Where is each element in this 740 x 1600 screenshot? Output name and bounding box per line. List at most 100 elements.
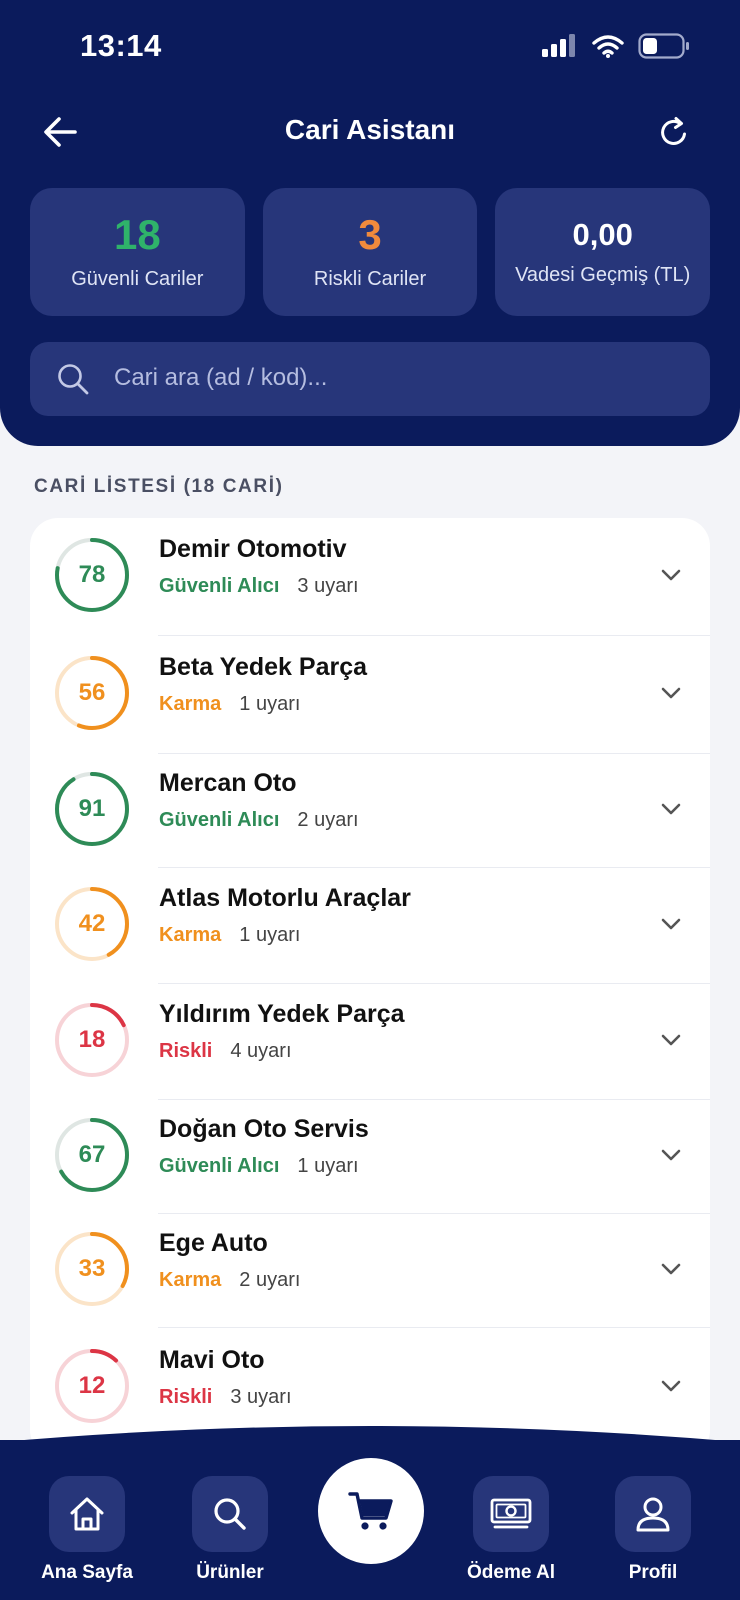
status-tag: Güvenli Alıcı [159, 809, 280, 831]
user-icon [636, 1497, 670, 1532]
nav-products[interactable]: Ürünler [170, 1476, 290, 1584]
cari-name: Beta Yedek Parça [159, 653, 368, 681]
cari-name: Atlas Motorlu Araçlar [159, 884, 411, 912]
warning-count: 3 uyarı [230, 1386, 292, 1408]
score-value: 42 [78, 910, 106, 937]
status-tag: Güvenli Alıcı [159, 1155, 280, 1177]
stat-card-risky[interactable]: 3 Riskli Cariler [262, 188, 478, 316]
header: 13:14 Cari Asistanı 18 Güvenli Cariler 3… [0, 0, 740, 446]
stat-label-risky: Riskli Cariler [313, 268, 427, 290]
status-tag: Karma [159, 924, 222, 946]
score-gauge: 78 [54, 537, 130, 613]
home-icon [70, 1497, 104, 1531]
warning-count: 1 uyarı [239, 693, 301, 715]
status-icons [542, 33, 690, 59]
warning-count: 1 uyarı [239, 924, 301, 946]
score-gauge: 42 [54, 886, 130, 962]
cari-name: Mavi Oto [159, 1346, 265, 1374]
cart-button[interactable] [318, 1458, 424, 1564]
warning-count: 4 uyarı [230, 1040, 292, 1062]
chevron-down-icon[interactable] [656, 1025, 686, 1055]
stat-value-overdue: 0,00 [572, 217, 633, 252]
cari-meta: Güvenli Alıcı 2 uyarı [159, 809, 359, 832]
status-tag: Karma [159, 1269, 222, 1291]
list-item[interactable]: 18 Yıldırım Yedek Parça Riskli 4 uyarı [30, 984, 710, 1100]
list-item[interactable]: 56 Beta Yedek Parça Karma 1 uyarı [30, 636, 710, 754]
list-item[interactable]: 42 Atlas Motorlu Araçlar Karma 1 uyarı [30, 868, 710, 984]
nav-products-label: Ürünler [196, 1562, 264, 1583]
score-value: 67 [78, 1141, 106, 1168]
warning-count: 2 uyarı [297, 809, 359, 831]
score-value: 33 [78, 1255, 106, 1282]
cari-name: Mercan Oto [159, 769, 297, 797]
cari-meta: Karma 2 uyarı [159, 1269, 300, 1292]
stat-card-overdue[interactable]: 0,00 Vadesi Geçmiş (TL) [495, 188, 711, 316]
nav-profile-icon-box [615, 1476, 691, 1552]
score-gauge: 56 [54, 655, 130, 731]
status-tag: Karma [159, 693, 222, 715]
chevron-down-icon[interactable] [656, 909, 686, 939]
cari-meta: Güvenli Alıcı 1 uyarı [159, 1155, 359, 1178]
warning-count: 1 uyarı [297, 1155, 359, 1177]
nav-profile-label: Profil [628, 1562, 678, 1583]
status-tag: Riskli [159, 1386, 213, 1408]
score-gauge: 18 [54, 1002, 130, 1078]
status-tag: Güvenli Alıcı [159, 575, 280, 597]
page-title: Cari Asistanı [284, 114, 456, 145]
cari-name: Ege Auto [159, 1229, 268, 1257]
score-value: 18 [78, 1026, 106, 1053]
stat-label-safe: Güvenli Cariler [71, 268, 204, 290]
refresh-icon [661, 117, 686, 145]
nav-payment-label: Ödeme Al [467, 1562, 555, 1583]
search-input[interactable]: Cari ara (ad / kod)... [30, 342, 710, 416]
score-gauge: 33 [54, 1231, 130, 1307]
list-item[interactable]: 33 Ege Auto Karma 2 uyarı [30, 1214, 710, 1328]
cari-meta: Riskli 4 uyarı [159, 1040, 292, 1063]
cari-name: Doğan Oto Servis [159, 1115, 369, 1143]
list-item[interactable]: 67 Doğan Oto Servis Güvenli Alıcı 1 uyarı [30, 1100, 710, 1214]
cari-name: Yıldırım Yedek Parça [159, 1000, 405, 1028]
nav-profile[interactable]: Profil [593, 1476, 713, 1584]
signal-icon [542, 34, 575, 57]
nav-products-icon-box [192, 1476, 268, 1552]
cari-name: Demir Otomotiv [159, 535, 347, 563]
warning-count: 2 uyarı [239, 1269, 301, 1291]
score-gauge: 67 [54, 1117, 130, 1193]
score-value: 12 [78, 1372, 106, 1399]
cari-meta: Karma 1 uyarı [159, 693, 300, 716]
stat-card-safe[interactable]: 18 Güvenli Cariler [30, 188, 245, 316]
warning-count: 3 uyarı [297, 575, 359, 597]
nav-home[interactable]: Ana Sayfa [27, 1476, 147, 1584]
chevron-down-icon[interactable] [656, 560, 686, 590]
stats-row: 18 Güvenli Cariler 3 Riskli Cariler 0,00… [30, 188, 711, 316]
status-bar: 13:14 [0, 0, 740, 96]
stat-value-safe: 18 [113, 211, 161, 258]
chevron-down-icon[interactable] [656, 1140, 686, 1170]
refresh-button[interactable] [650, 108, 698, 156]
score-value: 91 [78, 795, 106, 822]
stat-value-risky: 3 [358, 211, 382, 258]
nav-payment[interactable]: Ödeme Al [451, 1476, 571, 1584]
cari-meta: Riskli 3 uyarı [159, 1386, 292, 1409]
wifi-icon [592, 35, 624, 58]
nav-row: Cari Asistanı [0, 100, 740, 164]
list-item[interactable]: 78 Demir Otomotiv Güvenli Alıcı 3 uyarı [30, 518, 710, 636]
chevron-down-icon[interactable] [656, 1254, 686, 1284]
list-item[interactable]: 91 Mercan Oto Güvenli Alıcı 2 uyarı [30, 754, 710, 868]
score-gauge: 12 [54, 1348, 130, 1424]
cari-meta: Güvenli Alıcı 3 uyarı [159, 575, 359, 598]
cash-icon [490, 1498, 532, 1529]
chevron-down-icon[interactable] [656, 794, 686, 824]
cari-meta: Karma 1 uyarı [159, 924, 300, 947]
score-value: 78 [78, 561, 106, 588]
search-icon [58, 364, 89, 395]
chevron-down-icon[interactable] [656, 1371, 686, 1401]
chevron-down-icon[interactable] [656, 678, 686, 708]
cart-icon [348, 1492, 393, 1530]
nav-home-icon-box [49, 1476, 125, 1552]
status-tag: Riskli [159, 1040, 213, 1062]
battery-icon [638, 33, 689, 59]
nav-home-label: Ana Sayfa [41, 1562, 133, 1583]
nav-payment-icon-box [473, 1476, 549, 1552]
score-gauge: 91 [54, 771, 130, 847]
